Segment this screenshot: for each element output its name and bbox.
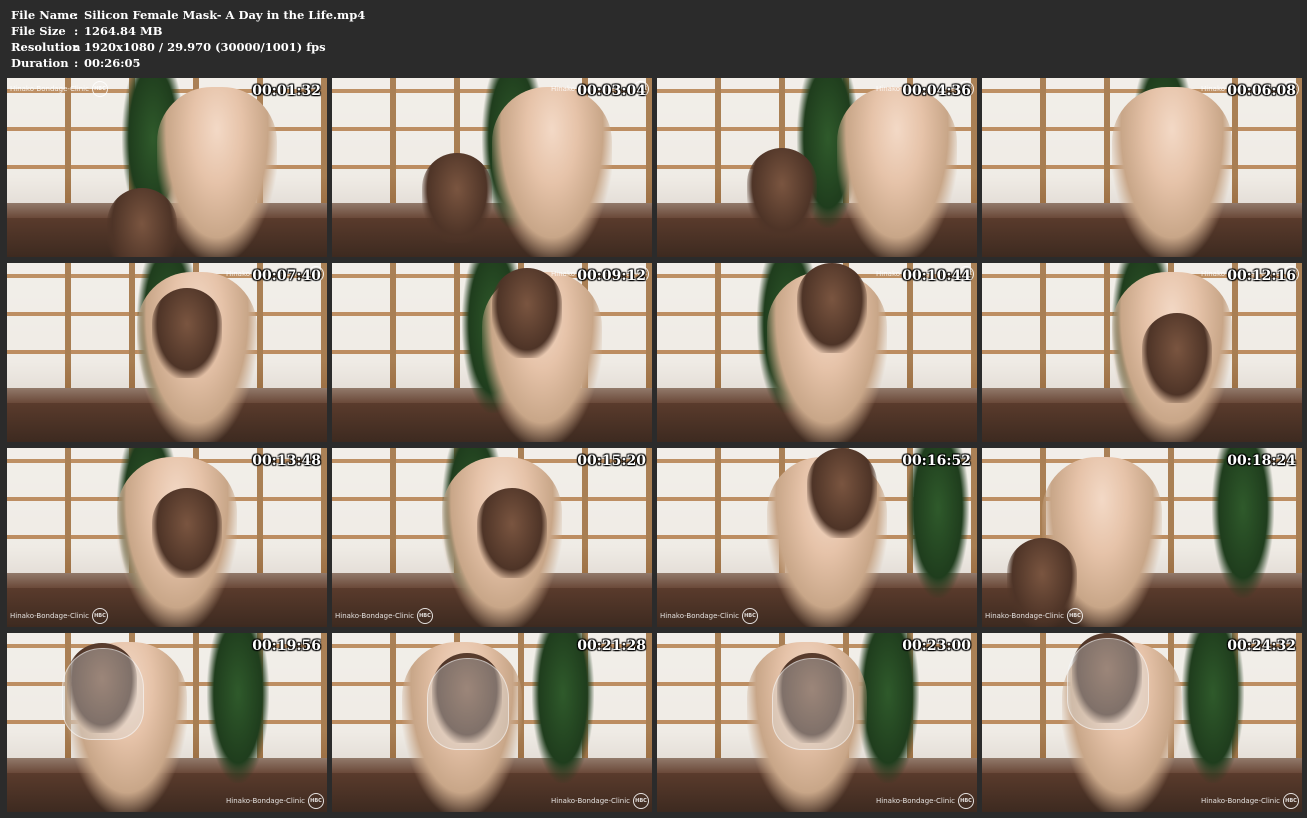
timestamp: 00:19:56 bbox=[252, 638, 321, 654]
watermark-text: Hinako-Bondage-Clinic bbox=[660, 612, 739, 620]
video-thumbnail: Hinako-Bondage-Clinic HBC 00:24:32 bbox=[982, 633, 1302, 812]
hbc-logo-icon: HBC bbox=[1066, 608, 1083, 624]
watermark-text: Hinako-Bondage-Clinic bbox=[1201, 797, 1280, 805]
timestamp: 00:21:28 bbox=[577, 638, 646, 654]
info-value: 00:26:05 bbox=[84, 56, 141, 70]
timestamp: 00:04:36 bbox=[902, 83, 971, 99]
hbc-logo-icon: HBC bbox=[91, 608, 108, 624]
video-thumbnail: Hinako-Bondage-Clinic HBC 00:16:52 bbox=[657, 448, 977, 627]
plastic-bag bbox=[1067, 638, 1149, 730]
watermark-text: Hinako-Bondage-Clinic bbox=[10, 85, 89, 93]
info-value: 1920x1080 / 29.970 (30000/1001) fps bbox=[84, 40, 326, 54]
video-thumbnail: Hinako-Bondage-Clinic HBC 00:12:16 bbox=[982, 263, 1302, 442]
watermark: Hinako-Bondage-Clinic HBC bbox=[985, 608, 1083, 624]
timestamp: 00:15:20 bbox=[577, 453, 646, 469]
watermark-text: Hinako-Bondage-Clinic bbox=[551, 797, 630, 805]
info-separator: : bbox=[74, 40, 79, 54]
info-label: File Size bbox=[11, 24, 66, 38]
christmas-tree bbox=[907, 448, 969, 598]
timestamp: 00:06:08 bbox=[1227, 83, 1296, 99]
timestamp: 00:09:12 bbox=[577, 268, 646, 284]
thumbnail-grid: Hinako-Bondage-Clinic HBC 00:01:32 Hinako-B… bbox=[7, 78, 1302, 812]
mask-head bbox=[477, 488, 547, 578]
hbc-logo-icon: HBC bbox=[741, 608, 758, 624]
info-value: 1264.84 MB bbox=[84, 24, 163, 38]
video-thumbnail: Hinako-Bondage-Clinic HBC 00:06:08 bbox=[982, 78, 1302, 257]
info-row-file-size: File Size : 1264.84 MB bbox=[11, 23, 365, 39]
timestamp: 00:01:32 bbox=[252, 83, 321, 99]
timestamp: 00:24:32 bbox=[1227, 638, 1296, 654]
timestamp: 00:12:16 bbox=[1227, 268, 1296, 284]
timestamp: 00:23:00 bbox=[902, 638, 971, 654]
mask-head bbox=[107, 188, 177, 257]
watermark: Hinako-Bondage-Clinic HBC bbox=[226, 793, 324, 809]
christmas-tree bbox=[207, 633, 269, 783]
watermark: Hinako-Bondage-Clinic HBC bbox=[10, 81, 108, 97]
watermark-text: Hinako-Bondage-Clinic bbox=[985, 612, 1064, 620]
person-figure bbox=[492, 87, 612, 257]
mask-head bbox=[807, 448, 877, 538]
watermark: Hinako-Bondage-Clinic HBC bbox=[551, 793, 649, 809]
timestamp: 00:18:24 bbox=[1227, 453, 1296, 469]
file-info: File Name : Silicon Female Mask- A Day i… bbox=[11, 7, 365, 71]
video-thumbnail: Hinako-Bondage-Clinic HBC 00:01:32 bbox=[7, 78, 327, 257]
hbc-logo-icon: HBC bbox=[1283, 793, 1299, 809]
video-thumbnail: Hinako-Bondage-Clinic HBC 00:10:44 bbox=[657, 263, 977, 442]
video-thumbnail: Hinako-Bondage-Clinic HBC 00:19:56 bbox=[7, 633, 327, 812]
watermark: Hinako-Bondage-Clinic HBC bbox=[335, 608, 433, 624]
info-row-duration: Duration : 00:26:05 bbox=[11, 55, 365, 71]
info-label: Resolution bbox=[11, 40, 81, 54]
info-row-resolution: Resolution : 1920x1080 / 29.970 (30000/1… bbox=[11, 39, 365, 55]
watermark: Hinako-Bondage-Clinic HBC bbox=[660, 608, 758, 624]
video-thumbnail: Hinako-Bondage-Clinic HBC 00:07:40 bbox=[7, 263, 327, 442]
hbc-logo-icon: HBC bbox=[308, 793, 324, 809]
watermark-text: Hinako-Bondage-Clinic bbox=[876, 797, 955, 805]
info-value: Silicon Female Mask- A Day in the Life.m… bbox=[84, 8, 366, 22]
mask-head bbox=[797, 263, 867, 353]
mask-head bbox=[152, 488, 222, 578]
info-label: Duration bbox=[11, 56, 69, 70]
christmas-tree bbox=[1182, 633, 1244, 783]
watermark-text: Hinako-Bondage-Clinic bbox=[226, 797, 305, 805]
hbc-logo-icon: HBC bbox=[416, 608, 433, 624]
mask-head bbox=[1142, 313, 1212, 403]
video-thumbnail: Hinako-Bondage-Clinic HBC 00:03:04 bbox=[332, 78, 652, 257]
watermark-text: Hinako-Bondage-Clinic bbox=[335, 612, 414, 620]
info-row-file-name: File Name : Silicon Female Mask- A Day i… bbox=[11, 7, 365, 23]
christmas-tree bbox=[1212, 448, 1274, 598]
watermark-text: Hinako-Bondage-Clinic bbox=[10, 612, 89, 620]
timestamp: 00:13:48 bbox=[252, 453, 321, 469]
watermark: Hinako-Bondage-Clinic HBC bbox=[10, 608, 108, 624]
plastic-bag bbox=[62, 648, 144, 740]
info-separator: : bbox=[74, 8, 79, 22]
timestamp: 00:03:04 bbox=[577, 83, 646, 99]
video-thumbnail: Hinako-Bondage-Clinic HBC 00:18:24 bbox=[982, 448, 1302, 627]
plastic-bag bbox=[427, 658, 509, 750]
timestamp: 00:10:44 bbox=[902, 268, 971, 284]
hbc-logo-icon: HBC bbox=[958, 793, 974, 809]
plastic-bag bbox=[772, 658, 854, 750]
video-thumbnail: Hinako-Bondage-Clinic HBC 00:13:48 bbox=[7, 448, 327, 627]
watermark: Hinako-Bondage-Clinic HBC bbox=[876, 793, 974, 809]
hbc-logo-icon: HBC bbox=[633, 793, 649, 809]
hbc-logo-icon: HBC bbox=[91, 81, 108, 97]
info-label: File Name bbox=[11, 8, 77, 22]
video-thumbnail: Hinako-Bondage-Clinic HBC 00:04:36 bbox=[657, 78, 977, 257]
video-thumbnail: Hinako-Bondage-Clinic HBC 00:09:12 bbox=[332, 263, 652, 442]
person-figure bbox=[1112, 87, 1232, 257]
info-separator: : bbox=[74, 24, 79, 38]
watermark: Hinako-Bondage-Clinic HBC bbox=[1201, 793, 1299, 809]
timestamp: 00:07:40 bbox=[252, 268, 321, 284]
info-separator: : bbox=[74, 56, 79, 70]
video-thumbnail: Hinako-Bondage-Clinic HBC 00:15:20 bbox=[332, 448, 652, 627]
person-figure bbox=[837, 87, 957, 257]
christmas-tree bbox=[532, 633, 594, 783]
timestamp: 00:16:52 bbox=[902, 453, 971, 469]
video-thumbnail: Hinako-Bondage-Clinic HBC 00:21:28 bbox=[332, 633, 652, 812]
mask-head bbox=[747, 148, 817, 238]
mask-head bbox=[422, 153, 492, 243]
mask-head bbox=[152, 288, 222, 378]
video-thumbnail: Hinako-Bondage-Clinic HBC 00:23:00 bbox=[657, 633, 977, 812]
